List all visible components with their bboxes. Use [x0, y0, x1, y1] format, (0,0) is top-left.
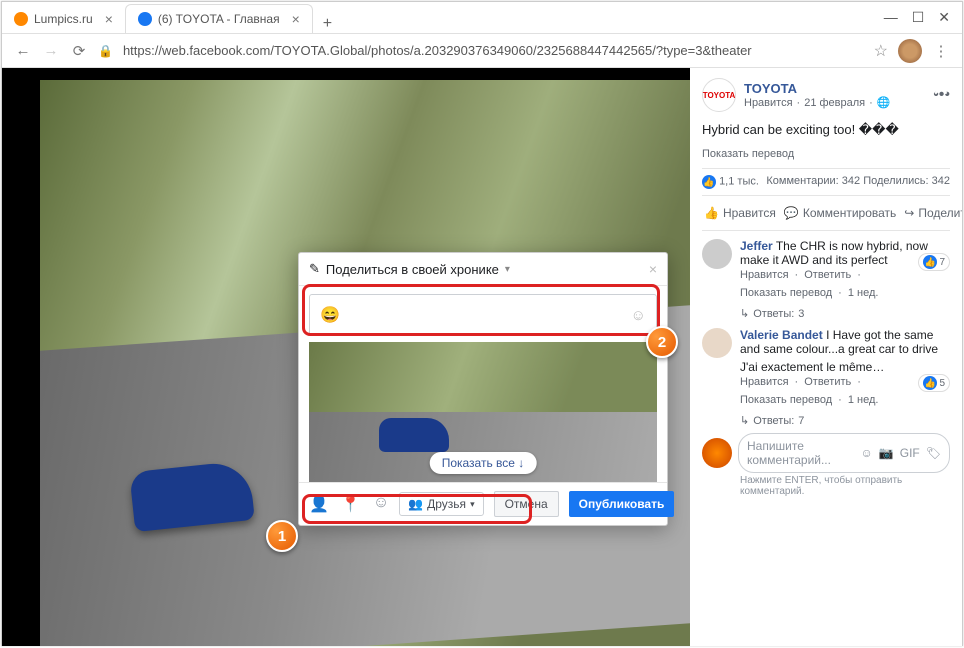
browser-window: Lumpics.ru × (6) TOYOTA - Главная × + — … [1, 1, 963, 646]
share-text-input[interactable]: 😄 ☺ [309, 294, 657, 336]
tab-strip: Lumpics.ru × (6) TOYOTA - Главная × + [2, 2, 872, 33]
avatar[interactable] [702, 328, 732, 358]
new-tab-button[interactable]: + [313, 15, 342, 33]
close-icon[interactable]: × [105, 11, 113, 27]
feeling-icon[interactable]: ☺ [373, 494, 389, 514]
dialog-title[interactable]: Поделиться в своей хронике [326, 262, 499, 277]
camera-icon[interactable]: 📷 [879, 446, 894, 460]
replies-toggle[interactable]: ↳ Ответы: 7 [740, 414, 950, 427]
emoji-content: 😄 [320, 305, 340, 325]
location-icon[interactable]: 📍 [341, 494, 361, 514]
commenter-name[interactable]: Jeffer [740, 239, 773, 253]
tab-title: (6) TOYOTA - Главная [158, 12, 280, 26]
tag-people-icon[interactable]: 👤 [309, 494, 329, 514]
sticker-icon[interactable]: 🏷 [926, 446, 941, 460]
gif-icon[interactable]: GIF [900, 446, 920, 460]
avatar[interactable] [702, 239, 732, 269]
audience-selector[interactable]: 👥 Друзья ▾ [399, 492, 483, 516]
chevron-down-icon: ▾ [470, 499, 475, 510]
translate-link[interactable]: Показать перевод [702, 148, 950, 160]
smiley-icon[interactable]: ☺ [861, 446, 873, 460]
comment-item: Jeffer The CHR is now hybrid, now make i… [702, 239, 950, 299]
friends-icon: 👥 [408, 497, 423, 511]
post-stats: 👍 1,1 тыс. Комментарии: 342 Поделились: … [702, 168, 950, 195]
address-bar: ← → ⟳ 🔒 https://web.facebook.com/TOYOTA.… [2, 34, 962, 68]
close-icon[interactable]: × [649, 261, 657, 277]
tab-facebook[interactable]: (6) TOYOTA - Главная × [125, 4, 313, 33]
chevron-down-icon[interactable]: ▾ [505, 264, 510, 275]
close-icon[interactable]: × [292, 11, 300, 27]
share-dialog: ✎ Поделиться в своей хронике ▾ × 😄 ☺ Пок… [298, 252, 668, 526]
emoji-picker-icon[interactable]: ☺ [631, 307, 646, 324]
tab-lumpics[interactable]: Lumpics.ru × [2, 5, 125, 33]
maximize-icon[interactable]: ☐ [912, 9, 925, 26]
page-name[interactable]: TOYOTA [744, 81, 891, 96]
post-date[interactable]: 21 февраля [804, 97, 865, 109]
edit-icon: ✎ [309, 261, 320, 277]
comment-item: Valerie Bandet I Have got the same and s… [702, 328, 950, 406]
menu-icon[interactable]: ⋮ [932, 42, 950, 60]
tab-title: Lumpics.ru [34, 12, 93, 26]
close-icon[interactable]: ✕ [938, 9, 950, 26]
share-icon: ↪ [904, 206, 914, 220]
minimize-icon[interactable]: — [884, 9, 898, 26]
callout-badge-1: 1 [266, 520, 298, 552]
liked-label[interactable]: Нравится [744, 97, 793, 109]
share-button[interactable]: ↪Поделиться [902, 200, 962, 226]
comment-input[interactable]: Напишите комментарий... ☺ 📷 GIF 🏷 [738, 433, 950, 473]
comment-text-2: J'ai exactement le même… [740, 360, 950, 374]
post-sidebar: TOYOTA TOYOTA Нравится · 21 февраля · 🌐 … [690, 68, 962, 646]
replies-toggle[interactable]: ↳ Ответы: 3 [740, 307, 950, 320]
post-actions: 👍Нравится 💬Комментировать ↪Поделиться [702, 195, 950, 231]
callout-badge-2: 2 [646, 326, 678, 358]
thumb-icon: 👍 [704, 206, 719, 220]
page-avatar[interactable]: TOYOTA [702, 78, 736, 112]
forward-icon[interactable]: → [42, 42, 60, 59]
lock-icon: 🔒 [98, 44, 113, 58]
back-icon[interactable]: ← [14, 42, 32, 59]
comment-button[interactable]: 💬Комментировать [782, 200, 898, 226]
favicon-icon [138, 12, 152, 26]
commenter-name[interactable]: Valerie Bandet [740, 328, 823, 342]
profile-avatar[interactable] [898, 39, 922, 63]
bookmark-icon[interactable]: ☆ [874, 41, 888, 61]
show-all-button[interactable]: Показать все ↓ [430, 452, 537, 474]
dialog-header: ✎ Поделиться в своей хронике ▾ × [299, 253, 667, 286]
titlebar: Lumpics.ru × (6) TOYOTA - Главная × + — … [2, 2, 962, 34]
dialog-footer: 👤 📍 ☺ 👥 Друзья ▾ Отмена Опубликовать [299, 482, 667, 525]
url-text[interactable]: https://web.facebook.com/TOYOTA.Global/p… [123, 43, 864, 58]
comment-hint: Нажмите ENTER, чтобы отправить комментар… [740, 475, 950, 497]
globe-icon: 🌐 [877, 96, 891, 109]
cancel-button[interactable]: Отмена [494, 491, 559, 517]
window-controls: — ☐ ✕ [872, 9, 962, 26]
reload-icon[interactable]: ⟳ [70, 42, 88, 60]
publish-button[interactable]: Опубликовать [569, 491, 675, 517]
comment-input-row: Напишите комментарий... ☺ 📷 GIF 🏷 [702, 433, 950, 473]
like-button[interactable]: 👍Нравится [702, 200, 778, 226]
post-header: TOYOTA TOYOTA Нравится · 21 февраля · 🌐 … [702, 78, 950, 112]
page-viewport: ✕ TOYOTA TOYOTA Нравится · 21 февраля · … [2, 68, 962, 646]
post-caption: Hybrid can be exciting too! ��� [702, 122, 950, 138]
user-avatar[interactable] [702, 438, 732, 468]
favicon-icon [14, 12, 28, 26]
close-theater-icon[interactable]: ✕ [932, 76, 950, 102]
share-preview: Показать все ↓ [309, 342, 657, 482]
like-count[interactable]: 👍 1,1 тыс. [702, 175, 759, 189]
comment-icon: 💬 [784, 206, 799, 220]
